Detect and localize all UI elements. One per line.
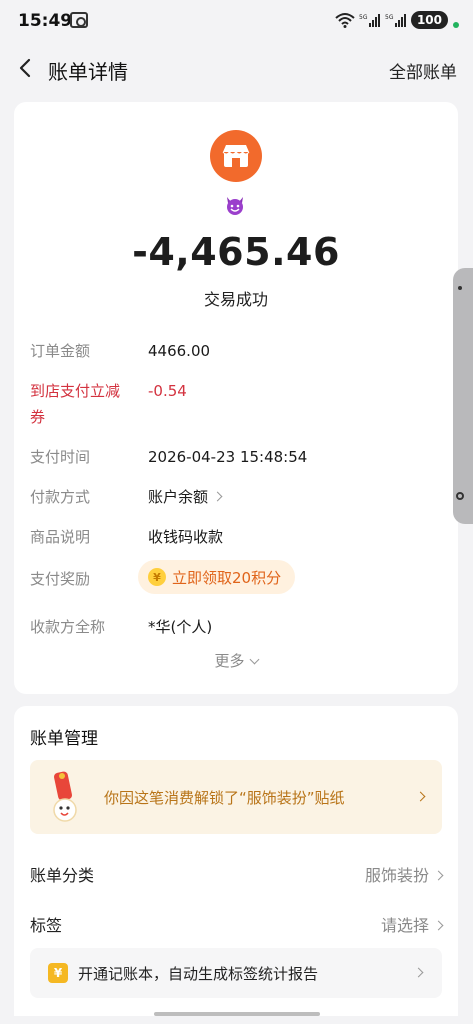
chevron-down-icon [249,654,259,665]
discount-label-line2: 券 [30,408,46,426]
description-value: 收钱码收款 [148,528,224,546]
network-label-1: 5G [359,14,368,21]
discount-label-line1: 到店支付立减 [30,382,121,400]
signal-icon-2: 5G [385,14,406,27]
claim-points-button[interactable]: ¥ 立即领取20积分 [138,560,296,594]
screen-cast-icon [70,12,88,28]
pay-time-value: 2026-04-23 15:48:54 [148,448,308,466]
nav-bar: 账单详情 全部账单 [0,44,473,94]
discount-label: 到店支付立减 券 [30,378,140,430]
payee-label: 收款方全称 [30,618,106,636]
pay-method-label: 付款方式 [30,488,91,506]
bill-detail-card: -4,465.46 交易成功 订单金额 4466.00 到店支付立减 券 -0.… [14,102,458,694]
category-text: 服饰装扮 [364,866,429,885]
transaction-status: 交易成功 [203,290,268,309]
pay-method-text: 账户余额 [148,488,209,506]
claim-points-text: 立即领取20积分 [172,568,282,587]
chevron-right-icon [413,967,424,978]
floating-side-handle[interactable] [453,268,473,524]
section-title: 账单管理 [30,729,98,749]
sticker-text: 你因这笔消费解锁了“服饰装扮”贴纸 [104,789,345,807]
wifi-icon [335,13,355,28]
shop-icon [210,130,262,182]
signal-icon-1: 5G [359,14,380,27]
coin-icon: ¥ [148,568,166,586]
discount-value: -0.54 [148,382,187,400]
tag-label: 标签 [30,916,63,935]
payee-value: *华(个人) [148,618,213,636]
status-icons: 5G 5G 100 [335,11,459,29]
page-title: 账单详情 [48,60,128,84]
category-label: 账单分类 [30,866,95,885]
bill-manage-card: 账单管理 你因这笔消费解锁了“服饰装扮”贴纸 账单分类 服饰装扮 标签 请选择 … [14,706,458,1016]
description-label: 商品说明 [30,528,91,546]
open-ledger-text: 开通记账本，自动生成标签统计报告 [78,965,319,983]
handle-ring [456,492,464,500]
tag-text: 请选择 [380,916,429,935]
order-amount-value: 4466.00 [148,342,211,360]
status-bar: 15:49 5G 5G 100 [0,0,473,44]
pay-method-value[interactable]: 账户余额 [148,484,223,510]
order-amount-label: 订单金额 [30,342,91,360]
status-time: 15:49 [18,11,73,31]
sticker-banner[interactable]: 你因这笔消费解锁了“服饰装扮”贴纸 [30,760,442,834]
pay-time-label: 支付时间 [30,448,91,466]
category-value: 服饰装扮 [364,862,444,886]
transaction-amount: -4,465.46 [132,230,340,274]
more-text: 更多 [214,652,245,670]
chevron-right-icon [415,791,426,802]
home-indicator[interactable] [154,1012,320,1016]
chevron-right-icon [433,870,444,881]
battery-indicator: 100 [410,11,448,29]
chevron-right-icon [212,491,223,502]
handle-dot [458,286,462,290]
sticker-icon [53,771,77,822]
chevron-right-icon [433,920,444,931]
reward-label: 支付奖励 [30,570,91,588]
tag-value: 请选择 [380,912,444,936]
all-bills-link[interactable]: 全部账单 [389,58,457,83]
network-label-2: 5G [385,14,394,21]
back-arrow-icon[interactable] [14,56,38,80]
devil-emoji-icon [227,197,243,215]
row-discount: 到店支付立减 券 -0.54 [30,378,450,430]
privacy-dot [453,22,459,28]
ledger-icon: ¥ [48,963,68,983]
open-ledger-banner[interactable]: ¥ 开通记账本，自动生成标签统计报告 [30,948,442,998]
more-button[interactable]: 更多 [14,650,458,671]
